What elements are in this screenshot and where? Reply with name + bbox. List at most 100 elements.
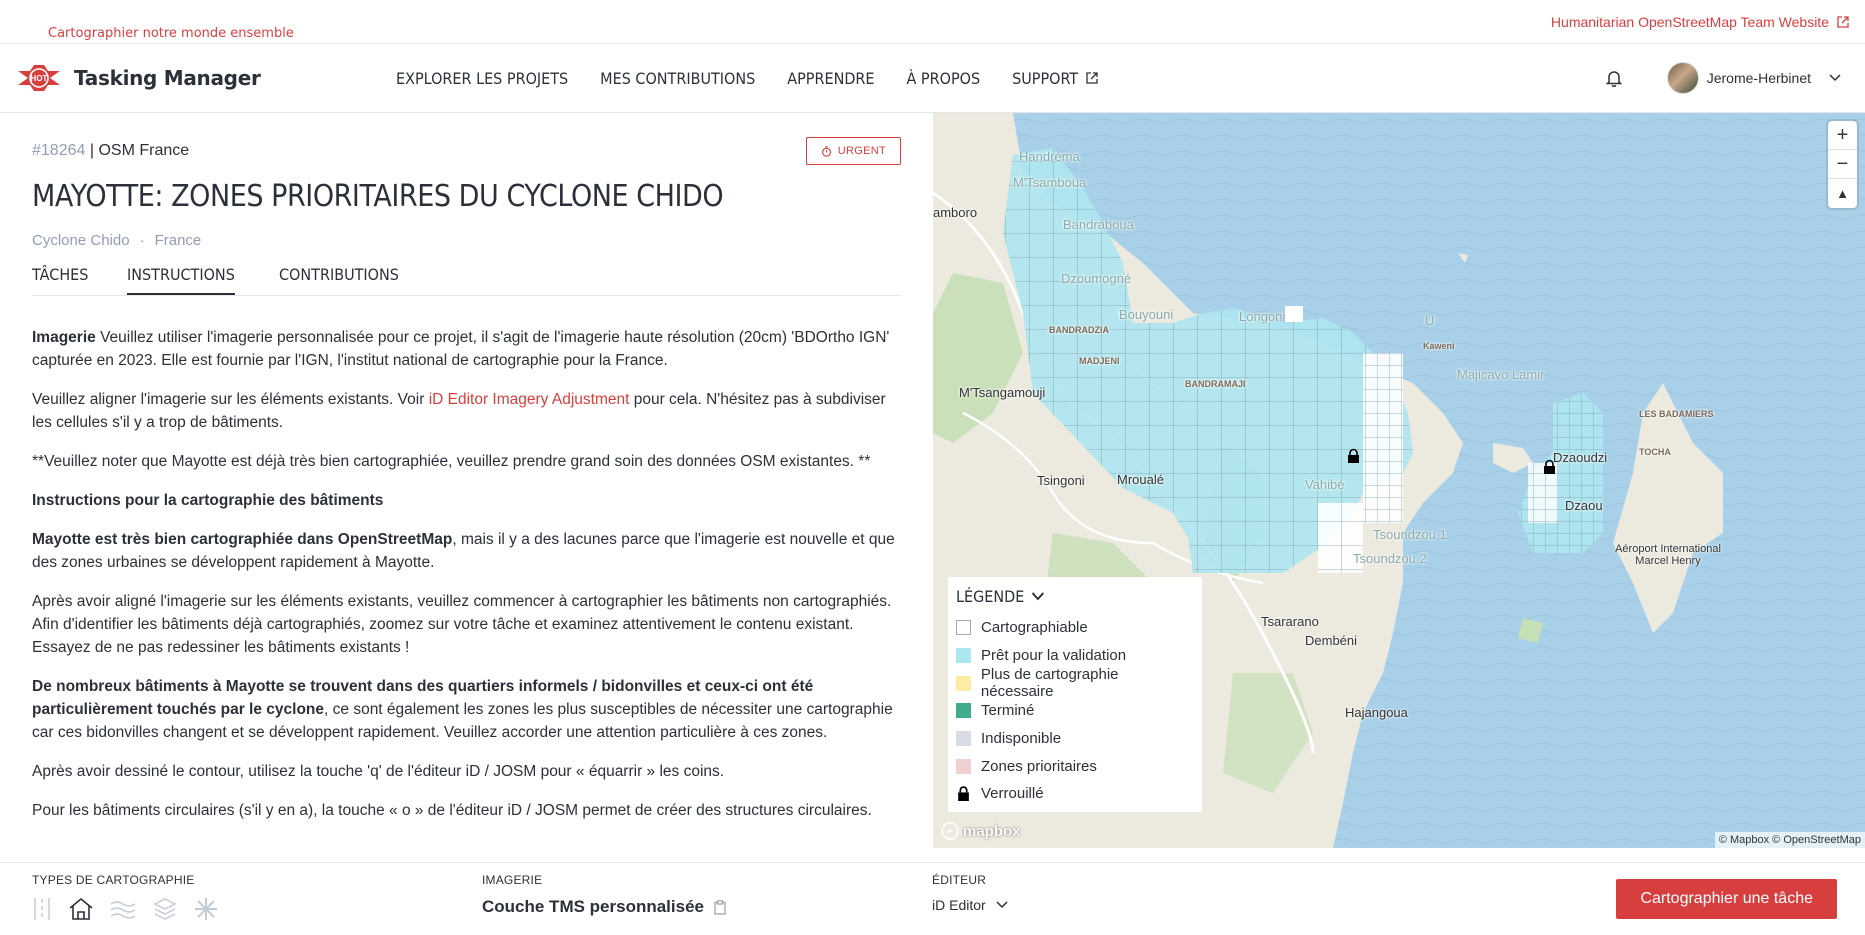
brand[interactable]: HOT Tasking Manager (16, 63, 261, 93)
place-label: Bouyouni (1119, 307, 1174, 322)
map-a-task-button[interactable]: Cartographier une tâche (1616, 879, 1837, 919)
editor-section: ÉDITEUR iD Editor (900, 863, 1300, 935)
project-panel: #18264 | OSM France URGENT MAYOTTE: ZONE… (0, 113, 933, 848)
instructions-paragraph: Pour les bâtiments circulaires (s'il y e… (32, 802, 872, 819)
project-id-org: #18264 | OSM France (32, 142, 189, 160)
legend-swatch (956, 620, 971, 636)
copy-clipboard-icon[interactable] (714, 899, 726, 915)
instructions-paragraph: Après avoir aligné l'imagerie sur les él… (32, 593, 892, 656)
hot-website-link-label: Humanitarian OpenStreetMap Team Website (1550, 13, 1829, 30)
chevron-down-icon (996, 901, 1008, 909)
waterways-icon (110, 901, 136, 919)
project-tabs: TÂCHES INSTRUCTIONS CONTRIBUTIONS (32, 265, 901, 296)
legend-label: Indisponible (981, 730, 1062, 748)
legend-swatch (956, 675, 971, 691)
editor-label: ÉDITEUR (932, 873, 987, 887)
legend-swatch (956, 758, 971, 774)
editor-select[interactable]: iD Editor (932, 897, 1268, 913)
place-label: TOCHA (1639, 447, 1671, 457)
instructions-heading-text: Instructions pour la cartographie des bâ… (32, 492, 384, 509)
project-org: OSM France (98, 142, 190, 159)
landuse-icon (153, 898, 177, 920)
tag-country[interactable]: France (155, 232, 202, 249)
place-label: Tsararano (1261, 614, 1319, 629)
legend-label: Zones prioritaires (981, 757, 1097, 775)
urgent-badge: URGENT (805, 137, 901, 165)
legend-title: LÉGENDE (956, 587, 1025, 606)
place-label: Aéroport International Marcel Henry (1615, 543, 1721, 567)
legend-item: Terminé (956, 697, 1194, 725)
compass-reset-button[interactable]: ▲ (1828, 179, 1857, 208)
tag-campaign[interactable]: Cyclone Chido (32, 232, 130, 249)
place-label: Handréma (1019, 149, 1080, 164)
urgent-label: URGENT (837, 145, 886, 157)
menu-about[interactable]: À PROPOS (907, 69, 981, 88)
zoom-in-button[interactable]: + (1828, 121, 1857, 150)
external-link-icon (1837, 15, 1849, 28)
map-attribution[interactable]: © Mapbox © OpenStreetMap (1714, 832, 1865, 848)
imagery-adjustment-link[interactable]: iD Editor Imagery Adjustment (429, 391, 630, 408)
instructions-bold: Mayotte est très bien cartographiée dans… (32, 531, 453, 548)
external-link-icon (1086, 72, 1098, 84)
legend-toggle[interactable]: LÉGENDE (956, 587, 1170, 606)
place-label: Vahibé (1305, 477, 1345, 492)
menu-support-label: SUPPORT (1012, 68, 1079, 88)
place-label: U (1425, 313, 1435, 328)
mapping-types: TYPES DE CARTOGRAPHIE (0, 863, 450, 935)
tab-contributions[interactable]: CONTRIBUTIONS (279, 265, 399, 295)
imagery-label: IMAGERIE (482, 873, 543, 887)
imagery-section: IMAGERIE Couche TMS personnalisée (450, 863, 900, 935)
legend-label: Cartographiable (981, 619, 1088, 637)
project-id[interactable]: #18264 (32, 142, 85, 159)
brand-title: Tasking Manager (74, 66, 261, 90)
menu-my-contributions[interactable]: MES CONTRIBUTIONS (600, 69, 755, 88)
mapping-type-icons (32, 897, 418, 921)
zoom-out-button[interactable]: − (1828, 150, 1857, 179)
notification-bell-icon[interactable] (1605, 69, 1623, 87)
place-label: amboro (933, 205, 978, 220)
instructions-paragraph: Mayotte est très bien cartographiée dans… (32, 528, 901, 574)
avatar (1666, 62, 1699, 94)
place-label: Tsoundzou 1 (1373, 527, 1447, 542)
menu-explore-projects[interactable]: EXPLORER LES PROJETS (396, 69, 568, 88)
place-label: Dzaoudzi (1553, 450, 1608, 465)
buildings-icon (69, 897, 93, 920)
legend-swatch (956, 703, 971, 719)
zoom-controls: + − ▲ (1828, 121, 1857, 208)
place-label: Bandraboua (1063, 217, 1134, 232)
tagline: Cartographier notre monde ensemble (48, 26, 294, 41)
place-label: Dembéni (1305, 633, 1358, 648)
tab-tasks[interactable]: TÂCHES (32, 265, 88, 295)
legend-item: Cartographiable (956, 614, 1194, 642)
legend-label: Terminé (981, 702, 1035, 720)
task-map[interactable]: Handréma amboro M'Tsamboua Bandraboua Dz… (933, 113, 1865, 848)
menu-support[interactable]: SUPPORT (1012, 69, 1098, 88)
place-label: M'Tsangamouji (959, 385, 1046, 400)
project-meta: #18264 | OSM France URGENT (32, 137, 901, 165)
tag-separator: · (139, 232, 145, 249)
hot-logo-text: HOT (31, 74, 48, 83)
hot-website-link[interactable]: Humanitarian OpenStreetMap Team Website (1551, 14, 1849, 30)
instructions-paragraph: **Veuillez noter que Mayotte est déjà tr… (32, 453, 871, 470)
place-label: BANDRADZIA (1049, 325, 1109, 335)
mapbox-icon (941, 822, 959, 840)
legend-label: Prêt pour la validation (981, 647, 1127, 665)
username: Jerome-Herbinet (1706, 70, 1811, 86)
project-footer: TYPES DE CARTOGRAPHIE IMAGERIE Couche TM… (0, 862, 1865, 935)
instructions-paragraph: De nombreux bâtiments à Mayotte se trouv… (32, 675, 901, 744)
imagery-name: Couche TMS personnalisée (482, 897, 704, 916)
place-label: Kaweni (1423, 341, 1455, 351)
place-label: Tsingoni (1037, 473, 1085, 488)
mapbox-logo[interactable]: mapbox (941, 822, 1021, 840)
legend-item: Plus de cartographie nécessaire (956, 666, 1194, 700)
instructions-paragraph: Veuillez aligner l'imagerie sur les élém… (32, 388, 901, 434)
menu-learn[interactable]: APPRENDRE (787, 69, 874, 88)
nav-right: Jerome-Herbinet (1605, 62, 1841, 94)
instructions-paragraph: Après avoir dessiné le contour, utilisez… (32, 763, 725, 780)
place-label: BANDRAMAJI (1185, 379, 1246, 389)
mapping-types-label: TYPES DE CARTOGRAPHIE (32, 873, 195, 887)
tab-instructions[interactable]: INSTRUCTIONS (126, 265, 235, 295)
user-menu[interactable]: Jerome-Herbinet (1666, 62, 1841, 94)
place-label: Mroualé (1117, 472, 1164, 487)
place-label: Dzoumogné (1061, 271, 1132, 286)
